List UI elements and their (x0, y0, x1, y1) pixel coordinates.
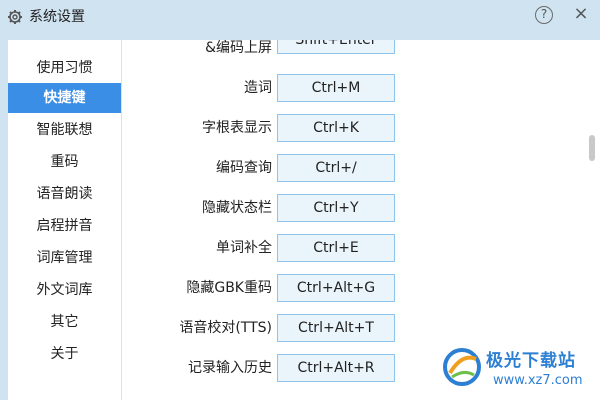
close-button[interactable]: × (572, 4, 590, 24)
sidebar-item-about[interactable]: 关于 (8, 339, 121, 369)
shortcut-key-hide-statusbar[interactable]: Ctrl+Y (277, 194, 395, 222)
window-title: 系统设置 (29, 9, 85, 25)
watermark-url: www.xz7.com (493, 373, 583, 388)
watermark: 极光下载站 www.xz7.com (440, 343, 600, 400)
sidebar-item-other[interactable]: 其它 (8, 307, 121, 337)
settings-window: 系统设置 ? × 使用习惯 快捷键 智能联想 重码 语音朗读 启程拼音 词库管理… (0, 0, 600, 400)
sidebar-item-smart-association[interactable]: 智能联想 (8, 115, 121, 145)
shortcut-label-create-word: 造词 (244, 80, 272, 96)
shortcut-key-word-completion[interactable]: Ctrl+E (277, 234, 395, 262)
aurora-logo-icon (443, 348, 481, 386)
sidebar-item-voice-reading[interactable]: 语音朗读 (8, 179, 121, 209)
shortcut-label-code-lookup: 编码查询 (216, 160, 272, 176)
title-bar: 系统设置 ? × (0, 0, 600, 34)
sidebar-item-duplicate-codes[interactable]: 重码 (8, 147, 121, 177)
settings-sidebar: 使用习惯 快捷键 智能联想 重码 语音朗读 启程拼音 词库管理 外文词库 其它 … (8, 40, 121, 400)
sidebar-item-foreign-lexicon[interactable]: 外文词库 (8, 275, 121, 305)
gear-icon (8, 10, 22, 24)
shortcut-label-commit-code: &编码上屏 (205, 40, 272, 56)
sidebar-item-habits[interactable]: 使用习惯 (8, 53, 121, 83)
help-button[interactable]: ? (535, 6, 553, 24)
shortcut-label-record-history: 记录输入历史 (188, 360, 272, 376)
shortcut-key-radical-table[interactable]: Ctrl+K (277, 114, 395, 142)
watermark-name: 极光下载站 (486, 351, 576, 371)
sidebar-item-qicheng-pinyin[interactable]: 启程拼音 (8, 211, 121, 241)
scrollbar-thumb[interactable] (589, 135, 595, 161)
shortcut-label-voice-proofread: 语音校对(TTS) (179, 320, 272, 336)
shortcut-key-commit-code[interactable]: Shift+Enter (277, 40, 395, 54)
sidebar-item-lexicon-management[interactable]: 词库管理 (8, 243, 121, 273)
sidebar-item-shortcuts[interactable]: 快捷键 (8, 83, 121, 113)
shortcut-key-create-word[interactable]: Ctrl+M (277, 74, 395, 102)
shortcut-key-record-history[interactable]: Ctrl+Alt+R (277, 354, 395, 382)
shortcut-label-word-completion: 单词补全 (216, 240, 272, 256)
shortcut-label-hide-statusbar: 隐藏状态栏 (202, 200, 272, 216)
shortcut-label-hide-gbk: 隐藏GBK重码 (186, 280, 272, 296)
shortcut-key-code-lookup[interactable]: Ctrl+/ (277, 154, 395, 182)
shortcut-key-hide-gbk[interactable]: Ctrl+Alt+G (277, 274, 395, 302)
shortcut-key-voice-proofread[interactable]: Ctrl+Alt+T (277, 314, 395, 342)
shortcut-label-radical-table: 字根表显示 (202, 120, 272, 136)
